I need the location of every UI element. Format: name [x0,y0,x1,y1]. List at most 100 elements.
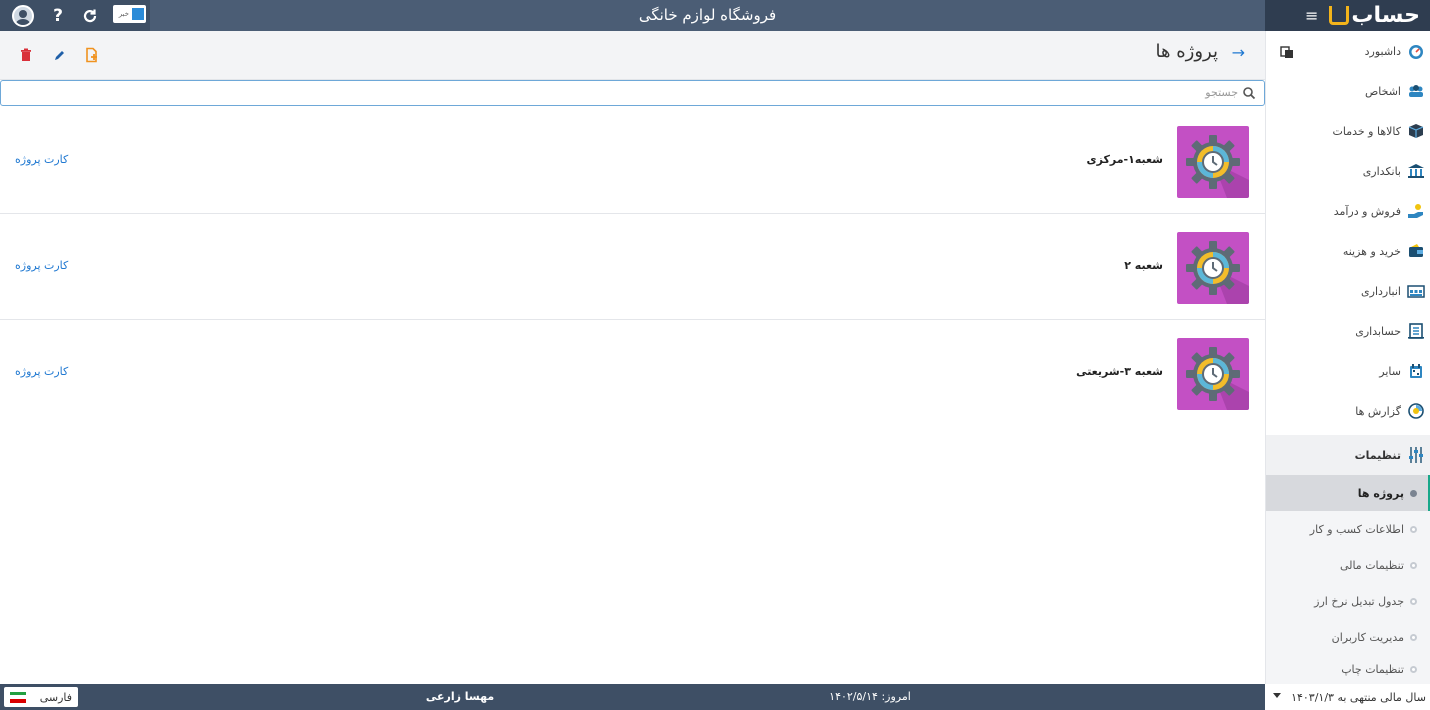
project-name: شعبه۱-مرکزی [1086,153,1163,166]
sidebar-item-label: بانکداری [1362,164,1401,178]
language-label: فارسی [39,690,72,704]
report-icon [1408,403,1424,419]
logo-mark-icon [1329,6,1350,25]
project-card-link[interactable]: کارت پروژه [15,153,68,166]
today-date: امروز: ۱۴۰۲/۵/۱۴ [829,690,911,703]
search-icon [1243,87,1256,100]
sidebar-sub-currency-rates[interactable]: جدول تبدیل نرخ ارز [1266,583,1430,619]
avatar-icon [12,4,34,27]
menu-toggle-icon[interactable]: ≡ [1305,0,1318,31]
sidebar-sub-financial-settings[interactable]: تنظیمات مالی [1266,547,1430,583]
sidebar-item-banking[interactable]: بانکداری [1266,151,1430,191]
page-title: پروژه ها [1155,41,1218,62]
refresh-icon[interactable] [80,0,100,31]
app-title: فروشگاه لوازم خانگی [638,6,777,24]
news-icon [132,8,144,20]
sidebar-item-label: کالاها و خدمات [1332,124,1402,138]
logo-text: حساب [1351,3,1420,28]
project-name: شعبه ۳-شریعتی [1076,365,1163,378]
news-label: خبر [118,10,129,18]
iran-flag-icon [10,691,26,703]
help-icon[interactable]: ? [48,0,68,31]
sidebar-item-reports[interactable]: گزارش ها [1266,391,1430,431]
current-user-name: مهسا زارعی [425,690,495,703]
sidebar-item-accounting[interactable]: حسابداری [1266,311,1430,351]
pencil-icon [55,51,64,60]
sidebar-item-sales[interactable]: فروش و درآمد [1266,191,1430,231]
sidebar-item-label: انبارداری [1361,284,1401,298]
box-icon [1408,124,1424,138]
main-content: → پروژه ها جستجو شعبه۱-مرکزی کارت پروژه … [0,31,1265,684]
warehouse-icon [1407,285,1425,298]
sidebar-item-label: سایر [1379,364,1401,378]
gear-clock-icon [1186,135,1249,198]
bullet-icon [1410,666,1417,673]
project-row[interactable]: شعبه ۳-شریعتی کارت پروژه [0,319,1265,425]
app-logo: حساب [1327,2,1420,29]
sidebar: داشبورد اشخاص کالاها و خدمات بانکداری فر… [1265,31,1430,684]
bullet-icon [1410,525,1417,533]
fiscal-year-select[interactable]: سال مالی منتهی به ۱۴۰۳/۱/۳ [1265,684,1430,710]
status-bar: فارسی مهسا زارعی امروز: ۱۴۰۲/۵/۱۴ سال ما… [0,684,1430,710]
search-box[interactable] [0,80,1265,106]
project-thumbnail [1177,126,1249,198]
people-icon [1409,85,1423,97]
edit-project-button[interactable] [50,46,70,64]
bullet-icon [1410,597,1417,605]
sidebar-item-dashboard[interactable]: داشبورد [1266,31,1430,71]
sidebar-sub-label: اطلاعات کسب و کار [1309,522,1404,536]
project-name: شعبه ۲ [1124,259,1163,272]
sidebar-sub-label: مدیریت کاربران [1331,630,1404,644]
sidebar-sub-label: پروژه ها [1357,486,1404,500]
sidebar-sub-label: جدول تبدیل نرخ ارز [1314,594,1404,608]
delete-project-button[interactable] [16,46,36,64]
sidebar-item-label: گزارش ها [1355,404,1401,418]
sidebar-sub-print-settings[interactable]: تنظیمات چاپ [1266,655,1430,684]
sidebar-item-products[interactable]: کالاها و خدمات [1266,111,1430,151]
gear-clock-icon [1186,347,1249,410]
search-input[interactable] [36,85,1240,100]
sidebar-item-purchases[interactable]: خرید و هزینه [1266,231,1430,271]
sidebar-item-label: داشبورد [1364,44,1401,58]
project-thumbnail [1177,232,1249,304]
sidebar-sub-projects[interactable]: پروژه ها [1266,475,1430,511]
bullet-icon [1410,633,1417,641]
add-project-button[interactable] [82,46,102,64]
sidebar-item-label: اشخاص [1364,84,1401,98]
sidebar-item-label: خرید و هزینه [1342,244,1401,258]
sidebar-item-other[interactable]: سایر [1266,351,1430,391]
language-selector[interactable]: فارسی [4,687,78,707]
page-header: → پروژه ها [0,31,1265,80]
news-button[interactable]: خبر [113,5,146,23]
sidebar-sub-business-info[interactable]: اطلاعات کسب و کار [1266,511,1430,547]
sidebar-item-label: فروش و درآمد [1333,204,1401,218]
project-row[interactable]: شعبه۱-مرکزی کارت پروژه [0,107,1265,214]
sidebar-sub-label: تنظیمات مالی [1339,558,1404,572]
add-document-icon [86,47,97,63]
gear-clock-icon [1186,241,1249,304]
sidebar-sub-label: تنظیمات چاپ [1341,663,1404,676]
sidebar-sub-user-management[interactable]: مدیریت کاربران [1266,619,1430,655]
calendar-icon [1410,364,1422,378]
bullet-icon [1410,561,1417,569]
project-card-link[interactable]: کارت پروژه [15,365,68,378]
bullet-icon [1410,489,1417,497]
project-card-link[interactable]: کارت پروژه [15,259,68,272]
ledger-icon [1408,323,1424,339]
bank-icon [1408,164,1424,178]
sidebar-item-people[interactable]: اشخاص [1266,71,1430,111]
sidebar-item-warehouse[interactable]: انبارداری [1266,271,1430,311]
sliders-icon [1409,447,1423,463]
wallet-icon [1409,244,1423,257]
user-avatar[interactable] [10,0,36,31]
back-arrow-icon[interactable]: → [1232,43,1245,62]
chevron-down-icon [1273,693,1281,698]
project-row[interactable]: شعبه ۲ کارت پروژه [0,213,1265,320]
sidebar-item-label: حسابداری [1355,324,1401,338]
sidebar-item-settings[interactable]: تنظیمات [1266,435,1430,475]
fiscal-year-label: سال مالی منتهی به ۱۴۰۳/۱/۳ [1291,690,1426,704]
trash-icon [21,48,31,61]
dashboard-icon [1409,45,1423,59]
sales-icon [1408,204,1423,218]
sidebar-item-label: تنظیمات [1354,448,1401,462]
